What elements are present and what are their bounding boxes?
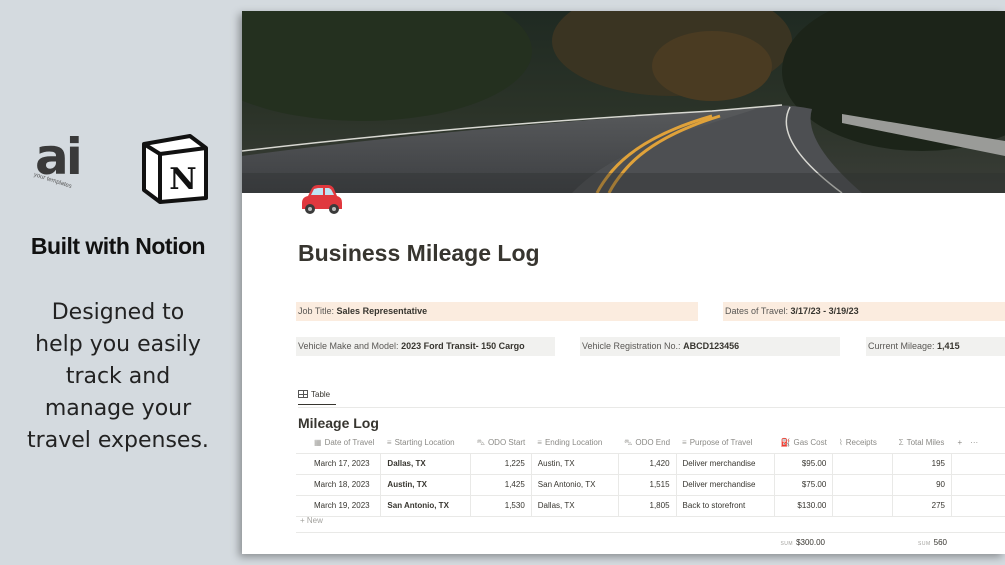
table-row[interactable]: March 19, 2023 San Antonio, TX 1,530 Dal…: [296, 495, 1005, 517]
cell-starting-location[interactable]: San Antonio, TX: [380, 495, 472, 517]
column-header-gas-cost[interactable]: ⛽ Gas Cost: [774, 433, 833, 454]
cell-receipts[interactable]: [832, 495, 894, 517]
cell-starting-location[interactable]: Austin, TX: [380, 474, 472, 496]
cell-ending-location[interactable]: San Antonio, TX: [531, 474, 619, 496]
property-label: Vehicle Registration No.:: [582, 341, 681, 351]
cell-purpose[interactable]: Deliver merchandise: [676, 474, 776, 496]
tab-label: Table: [311, 390, 331, 399]
cell-receipts[interactable]: [832, 453, 894, 475]
sum-value: $300.00: [796, 538, 825, 547]
notion-page: Business Mileage Log Job Title: Sales Re…: [242, 11, 1005, 554]
divider: [298, 407, 1005, 408]
column-header-purpose[interactable]: ≡ Purpose of Travel: [676, 433, 775, 454]
cell-odo-start[interactable]: 1,225: [470, 453, 532, 475]
sum-label: SUM: [918, 541, 931, 547]
property-label: Job Title:: [298, 306, 335, 316]
column-header-starting-location[interactable]: ≡ Starting Location: [380, 433, 471, 454]
built-with-notion-heading: Built with Notion: [30, 233, 206, 259]
tab-table-view[interactable]: Table: [298, 388, 336, 405]
cell-ending-location[interactable]: Austin, TX: [531, 453, 619, 475]
column-header-total-miles[interactable]: Σ Total Miles: [892, 433, 952, 454]
property-label: Dates of Travel:: [725, 306, 789, 316]
cell-purpose[interactable]: Deliver merchandise: [676, 453, 776, 475]
sum-total-miles[interactable]: SUM 560: [887, 536, 947, 551]
cell-odo-end[interactable]: 1,805: [618, 495, 677, 517]
column-header-receipts[interactable]: ⌇ Receipts: [832, 433, 893, 454]
tagline-line: Designed to: [51, 300, 185, 325]
page-title[interactable]: Business Mileage Log: [298, 240, 540, 268]
tagline-line: travel expenses.: [27, 428, 209, 453]
text-icon: ≡: [537, 438, 542, 447]
car-icon: ⛍: [476, 438, 485, 447]
table-row[interactable]: March 17, 2023 Dallas, TX 1,225 Austin, …: [296, 453, 1005, 475]
cell-gas-cost[interactable]: $130.00: [774, 495, 834, 517]
promo-tagline: Designed to help you easily track and ma…: [0, 297, 236, 457]
tagline-line: track and: [65, 364, 171, 389]
more-options-button[interactable]: ···: [970, 438, 978, 447]
calendar-icon: ▦: [314, 438, 322, 447]
cell-gas-cost[interactable]: $95.00: [774, 453, 834, 475]
gas-pump-icon: ⛽: [780, 438, 791, 447]
column-header-odo-start[interactable]: ⛍ ODO Start: [470, 433, 532, 454]
car-icon: ⛍: [624, 438, 633, 447]
cell-empty: [951, 453, 1005, 475]
cell-odo-start[interactable]: 1,425: [470, 474, 532, 496]
cell-date[interactable]: March 18, 2023: [296, 474, 382, 496]
column-header-odo-end[interactable]: ⛍ ODO End: [618, 433, 677, 454]
cell-total-miles[interactable]: 195: [892, 453, 952, 475]
sum-label: SUM: [780, 541, 794, 547]
cell-empty: [951, 495, 1005, 517]
column-header-actions: + ···: [951, 433, 1005, 454]
new-row-button[interactable]: + New: [300, 514, 323, 528]
notion-letter: N: [169, 162, 196, 197]
cell-receipts[interactable]: [832, 474, 894, 496]
property-vehicle-registration[interactable]: Vehicle Registration No.: ABCD123456: [580, 337, 840, 356]
table-icon: [298, 390, 308, 398]
cell-empty: [951, 474, 1005, 496]
cover-image[interactable]: [242, 11, 1005, 193]
property-job-title[interactable]: Job Title: Sales Representative: [296, 302, 698, 321]
text-icon: ≡: [386, 438, 392, 447]
property-value: 3/17/23 - 3/19/23: [790, 306, 859, 316]
cell-gas-cost[interactable]: $75.00: [774, 474, 834, 496]
divider: [296, 532, 1005, 533]
cell-starting-location[interactable]: Dallas, TX: [380, 453, 472, 475]
formula-icon: Σ: [898, 438, 904, 447]
add-column-button[interactable]: +: [957, 438, 962, 447]
sum-gas-cost[interactable]: SUM $300.00: [732, 536, 825, 551]
cell-odo-end[interactable]: 1,515: [618, 474, 677, 496]
column-header-date[interactable]: ▦ Date of Travel: [296, 433, 381, 454]
text-icon: ≡: [682, 438, 687, 447]
promo-panel: ai your templates N Built with Notion De…: [0, 0, 240, 565]
table-header-row: ▦ Date of Travel ≡ Starting Location ⛍ ODO …: [296, 433, 1005, 454]
cell-odo-end[interactable]: 1,420: [618, 453, 677, 475]
table-row[interactable]: March 18, 2023 Austin, TX 1,425 San Anto…: [296, 474, 1005, 496]
sum-value: 560: [933, 538, 947, 547]
property-current-mileage[interactable]: Current Mileage: 1,415: [866, 337, 1005, 356]
cell-purpose[interactable]: Back to storefront: [676, 495, 776, 517]
property-dates-of-travel[interactable]: Dates of Travel: 3/17/23 - 3/19/23: [723, 302, 1005, 321]
ai-templates-logo: ai your templates: [33, 128, 105, 196]
cell-ending-location[interactable]: Dallas, TX: [531, 495, 619, 517]
notion-logo: N: [140, 132, 210, 204]
paperclip-icon: ⌇: [838, 438, 843, 447]
property-value: Sales Representative: [336, 306, 428, 316]
property-label: Current Mileage:: [868, 341, 935, 351]
tagline-line: help you easily: [35, 332, 201, 357]
cell-date[interactable]: March 17, 2023: [296, 453, 382, 475]
property-value: 1,415: [937, 341, 960, 351]
red-car-icon[interactable]: [296, 179, 344, 219]
property-value: ABCD123456: [683, 341, 740, 351]
tagline-line: manage your: [44, 396, 192, 421]
property-vehicle-make-model[interactable]: Vehicle Make and Model: 2023 Ford Transi…: [296, 337, 555, 356]
cell-odo-start[interactable]: 1,530: [470, 495, 532, 517]
property-label: Vehicle Make and Model:: [298, 341, 399, 351]
cell-total-miles[interactable]: 90: [892, 474, 952, 496]
mileage-table: ▦ Date of Travel ≡ Starting Location ⛍ ODO …: [296, 433, 1005, 517]
database-title[interactable]: Mileage Log: [298, 414, 379, 432]
cell-total-miles[interactable]: 275: [892, 495, 952, 517]
column-header-ending-location[interactable]: ≡ Ending Location: [531, 433, 619, 454]
property-value: 2023 Ford Transit- 150 Cargo: [401, 341, 525, 351]
